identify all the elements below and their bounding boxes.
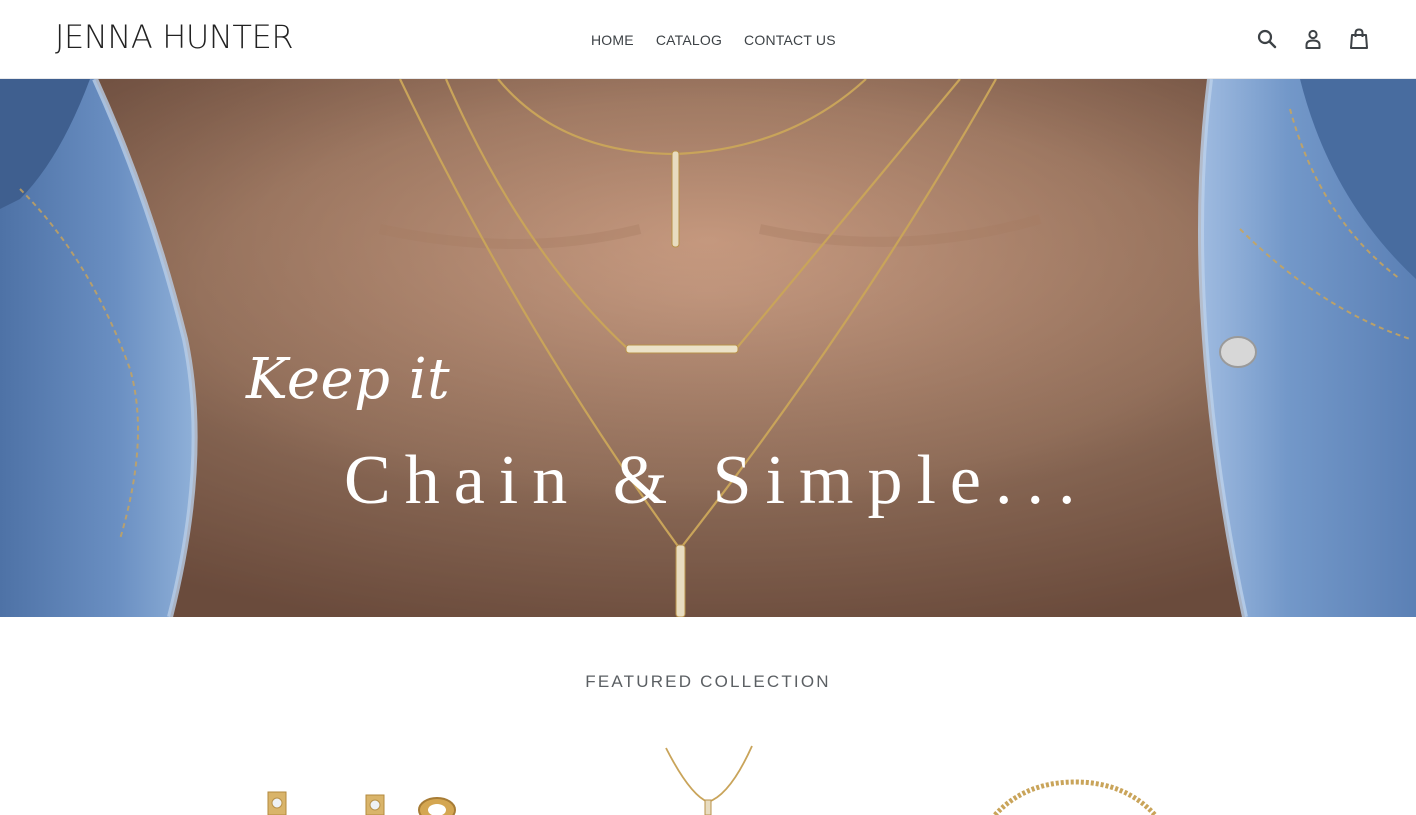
hero-banner[interactable]: Keep it Chain & Simple... xyxy=(0,79,1416,617)
hero-heading-line1: Keep it xyxy=(246,347,451,412)
product-card-necklace[interactable] xyxy=(660,740,760,815)
product-card-earrings[interactable] xyxy=(262,740,462,815)
search-icon[interactable] xyxy=(1254,26,1280,52)
account-icon[interactable] xyxy=(1300,26,1326,52)
nav-catalog[interactable]: CATALOG xyxy=(645,30,733,50)
necklace-image xyxy=(665,745,753,815)
site-header: JENNA HUNTER HOME CATALOG CONTACT US xyxy=(0,0,1416,79)
site-logo[interactable]: JENNA HUNTER xyxy=(55,18,294,56)
hero-image xyxy=(0,79,1416,617)
nav-home[interactable]: HOME xyxy=(580,30,645,50)
main-nav: HOME CATALOG CONTACT US xyxy=(580,30,847,50)
hero-heading-line2: Chain & Simple... xyxy=(344,442,1090,519)
nav-contact-us[interactable]: CONTACT US xyxy=(733,30,847,50)
cart-icon[interactable] xyxy=(1346,26,1372,52)
header-icons xyxy=(1254,26,1372,52)
bracelet-image xyxy=(993,779,1157,815)
featured-collection-title: FEATURED COLLECTION xyxy=(585,672,831,691)
product-card-bracelet[interactable] xyxy=(985,740,1165,815)
earrings-image xyxy=(267,791,456,815)
